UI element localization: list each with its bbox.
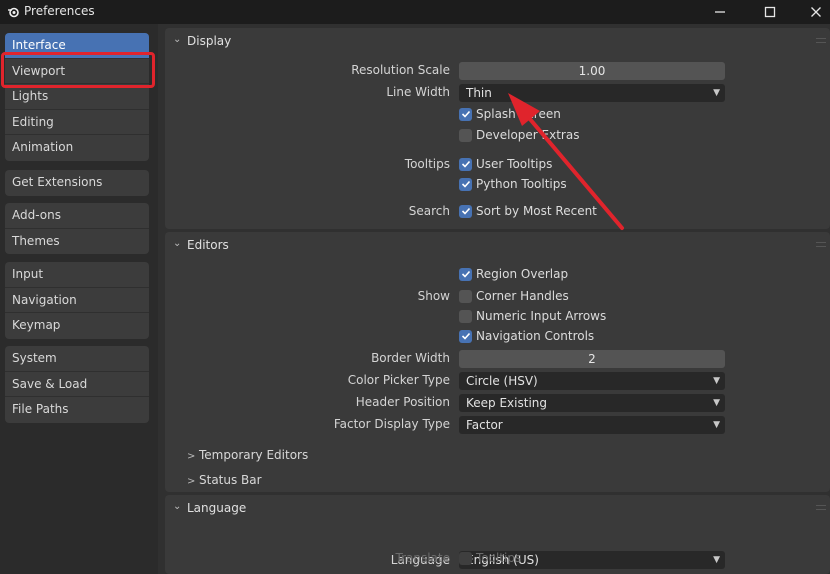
sidebar-item-navigation[interactable]: Navigation: [5, 288, 149, 313]
minimize-icon[interactable]: [700, 0, 740, 24]
sidebar-item-themes[interactable]: Themes: [5, 229, 149, 255]
sidebar: Interface Viewport Lights Editing Animat…: [0, 24, 158, 574]
sidebar-item-keymap[interactable]: Keymap: [5, 313, 149, 339]
sidebar-item-save-load[interactable]: Save & Load: [5, 372, 149, 397]
navigation-controls-checkbox[interactable]: Navigation Controls: [459, 329, 594, 343]
tooltips-label: Tooltips: [404, 157, 450, 171]
checkmark-icon: [459, 107, 472, 121]
editors-panel: ⌄ Editors Region Overlap Show Corner Han…: [165, 232, 830, 492]
chevron-down-icon: ▼: [713, 88, 720, 98]
numeric-input-arrows-label: Numeric Input Arrows: [476, 309, 607, 323]
line-width-label: Line Width: [386, 85, 450, 99]
region-overlap-label: Region Overlap: [476, 267, 569, 281]
checkmark-icon: [459, 157, 472, 171]
checkmark-icon: [459, 177, 472, 191]
chevron-down-icon: ⌄: [173, 238, 182, 249]
display-panel-title: Display: [187, 34, 232, 48]
chevron-right-icon: >: [187, 476, 196, 487]
display-panel: ⌄ Display Resolution Scale 1.00 Line Wid…: [165, 28, 830, 229]
user-tooltips-checkbox[interactable]: User Tooltips: [459, 157, 552, 171]
maximize-icon[interactable]: [750, 0, 790, 24]
search-label: Search: [408, 204, 450, 218]
header-position-dropdown[interactable]: Keep Existing ▼: [459, 394, 725, 412]
annotation-highlight-box: [1, 52, 155, 88]
sidebar-item-file-paths[interactable]: File Paths: [5, 397, 149, 423]
temporary-editors-subpanel[interactable]: > Temporary Editors: [187, 448, 308, 462]
splash-screen-label: Splash Screen: [476, 107, 561, 121]
drag-handle-icon[interactable]: [816, 38, 826, 43]
color-picker-type-label: Color Picker Type: [347, 373, 450, 387]
color-picker-type-dropdown[interactable]: Circle (HSV) ▼: [459, 372, 725, 390]
sidebar-item-animation[interactable]: Animation: [5, 135, 149, 161]
status-bar-label: Status Bar: [199, 473, 262, 487]
translate-tooltips-checkbox[interactable]: Tooltips: [459, 551, 521, 565]
sort-by-most-recent-checkbox[interactable]: Sort by Most Recent: [459, 204, 597, 218]
factor-display-type-value: Factor: [466, 418, 503, 432]
show-label: Show: [417, 289, 450, 303]
color-picker-type-value: Circle (HSV): [466, 374, 538, 388]
chevron-down-icon: ▼: [713, 376, 720, 386]
header-position-label: Header Position: [355, 395, 450, 409]
developer-extras-checkbox[interactable]: Developer Extras: [459, 128, 579, 142]
line-width-dropdown[interactable]: Thin ▼: [459, 84, 725, 102]
window-title: Preferences: [24, 4, 95, 18]
checkbox-empty-icon: [459, 551, 472, 565]
sidebar-group-input: Input Navigation Keymap: [5, 262, 149, 339]
checkbox-empty-icon: [459, 289, 472, 303]
navigation-controls-label: Navigation Controls: [476, 329, 595, 343]
header-position-value: Keep Existing: [466, 396, 547, 410]
preferences-main: ⌄ Display Resolution Scale 1.00 Line Wid…: [158, 24, 830, 574]
sidebar-group-extensions: Get Extensions: [5, 170, 149, 196]
splash-screen-checkbox[interactable]: Splash Screen: [459, 107, 561, 121]
blender-logo-icon: [8, 7, 19, 18]
chevron-down-icon: ▼: [713, 398, 720, 408]
checkbox-empty-icon: [459, 128, 472, 142]
chevron-down-icon: ⌄: [173, 34, 182, 45]
corner-handles-label: Corner Handles: [476, 289, 569, 303]
translate-label: Translate: [395, 551, 451, 565]
python-tooltips-label: Python Tooltips: [476, 177, 567, 191]
corner-handles-checkbox[interactable]: Corner Handles: [459, 289, 569, 303]
border-width-field[interactable]: 2: [459, 350, 725, 368]
factor-display-type-dropdown[interactable]: Factor ▼: [459, 416, 725, 434]
sidebar-item-get-extensions[interactable]: Get Extensions: [5, 170, 149, 196]
python-tooltips-checkbox[interactable]: Python Tooltips: [459, 177, 567, 191]
chevron-down-icon: ⌄: [173, 501, 182, 512]
sort-by-most-recent-label: Sort by Most Recent: [476, 204, 597, 218]
checkbox-empty-icon: [459, 309, 472, 323]
status-bar-subpanel[interactable]: > Status Bar: [187, 473, 262, 487]
close-icon[interactable]: [796, 0, 830, 24]
sidebar-group-addons: Add-ons Themes: [5, 203, 149, 254]
border-width-label: Border Width: [371, 351, 450, 365]
line-width-value: Thin: [466, 86, 492, 100]
checkmark-icon: [459, 329, 472, 343]
drag-handle-icon[interactable]: [816, 242, 826, 247]
display-panel-header[interactable]: ⌄ Display: [165, 28, 830, 54]
resolution-scale-field[interactable]: 1.00: [459, 62, 725, 80]
sidebar-item-system[interactable]: System: [5, 346, 149, 372]
sidebar-item-editing[interactable]: Editing: [5, 110, 149, 135]
drag-handle-icon[interactable]: [816, 505, 826, 510]
chevron-right-icon: >: [187, 451, 196, 462]
chevron-down-icon: ▼: [713, 555, 720, 565]
temporary-editors-label: Temporary Editors: [199, 448, 309, 462]
numeric-input-arrows-checkbox[interactable]: Numeric Input Arrows: [459, 309, 606, 323]
resolution-scale-label: Resolution Scale: [351, 63, 450, 77]
chevron-down-icon: ▼: [713, 420, 720, 430]
factor-display-type-label: Factor Display Type: [333, 417, 450, 431]
checkmark-icon: [459, 267, 472, 281]
sidebar-item-add-ons[interactable]: Add-ons: [5, 203, 149, 229]
user-tooltips-label: User Tooltips: [476, 157, 553, 171]
language-panel-header[interactable]: ⌄ Language: [165, 495, 830, 521]
editors-panel-title: Editors: [187, 238, 229, 252]
sidebar-group-system: System Save & Load File Paths: [5, 346, 149, 423]
translate-tooltips-label: Tooltips: [476, 551, 522, 565]
checkmark-icon: [459, 204, 472, 218]
sidebar-item-input[interactable]: Input: [5, 262, 149, 288]
editors-panel-header[interactable]: ⌄ Editors: [165, 232, 830, 258]
developer-extras-label: Developer Extras: [476, 128, 580, 142]
title-bar: Preferences: [0, 0, 830, 24]
region-overlap-checkbox[interactable]: Region Overlap: [459, 267, 568, 281]
language-panel-title: Language: [187, 501, 247, 515]
